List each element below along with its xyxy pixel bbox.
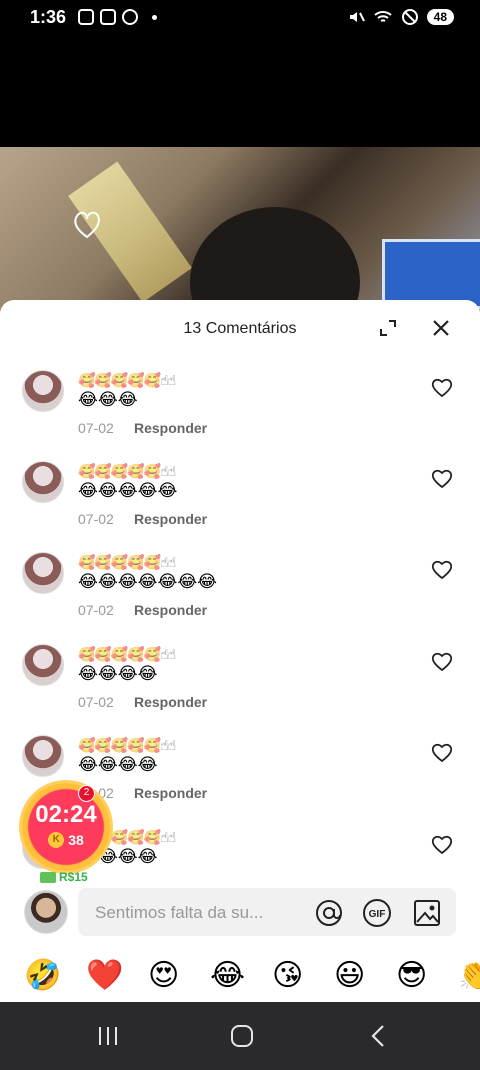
back-icon[interactable] xyxy=(368,1024,388,1048)
home-icon[interactable] xyxy=(230,1024,254,1048)
recent-apps-icon[interactable] xyxy=(96,1024,120,1048)
emoji-option[interactable]: ❤️ xyxy=(86,956,123,996)
comment-date: 07-02 xyxy=(78,420,114,436)
quick-emoji-bar: 🤣 ❤️ 😍 😂 😘 😃 😎 👏 xyxy=(0,954,480,998)
commenter-avatar[interactable] xyxy=(22,552,64,594)
screen: 1:36 48 13 Comentários 🥰🥰🥰🥰🥰☝☝ 😂😂😂 07-02… xyxy=(0,0,480,1070)
commenter-avatar[interactable] xyxy=(22,370,64,412)
video-frame-tv xyxy=(382,239,480,309)
coin-icon: K xyxy=(48,832,65,848)
like-heart-icon[interactable] xyxy=(430,833,454,855)
system-nav-bar xyxy=(0,1002,480,1070)
money-icon xyxy=(40,871,56,883)
commenter-avatar[interactable] xyxy=(22,644,64,686)
status-bar: 1:36 48 xyxy=(0,0,480,34)
gif-icon[interactable]: GIF xyxy=(362,898,392,928)
instagram-icon xyxy=(100,9,117,25)
my-avatar xyxy=(24,890,68,934)
comment-item: 🥰🥰🥰🥰🥰☝☝ 😂😂😂😂 07-02 Responder xyxy=(0,644,480,734)
emoji-option[interactable]: 🤣 xyxy=(24,956,61,996)
emoji-option[interactable]: 😘 xyxy=(272,956,303,996)
comment-text-line1: 🥰🥰🥰🥰🥰☝☝ xyxy=(78,737,176,753)
reward-timer-button[interactable]: 2 02:24 K 38 xyxy=(22,783,110,871)
comment-input-placeholder: Sentimos falta da su... xyxy=(95,903,264,922)
reply-button[interactable]: Responder xyxy=(134,694,207,710)
cash-reward-label: R$15 xyxy=(59,870,88,884)
comment-date: 07-02 xyxy=(78,602,114,618)
comment-text-line1: 🥰🥰🥰🥰🥰☝☝ xyxy=(78,372,176,388)
svg-text:GIF: GIF xyxy=(369,909,386,920)
reply-button[interactable]: Responder xyxy=(134,420,207,436)
timer-countdown: 02:24 xyxy=(35,801,97,828)
wifi-icon xyxy=(373,11,392,22)
comment-item: 🥰🥰🥰🥰🥰☝☝ 😂😂😂😂😂 07-02 Responder xyxy=(0,461,480,551)
mute-icon xyxy=(349,12,365,22)
mention-icon[interactable] xyxy=(314,898,344,928)
comment-text-line2: 😂😂😂😂 xyxy=(78,755,158,774)
image-icon[interactable] xyxy=(412,898,442,928)
coin-count: 38 xyxy=(68,832,84,848)
expand-icon[interactable] xyxy=(378,318,398,338)
battery-indicator: 48 xyxy=(426,9,454,25)
reply-button[interactable]: Responder xyxy=(134,785,207,801)
comment-item: 🥰🥰🥰🥰🥰☝☝ 😂😂😂😂😂😂😂 07-02 Responder xyxy=(0,552,480,642)
coin-balance: K 38 xyxy=(48,832,84,848)
comment-date: 07-02 xyxy=(78,511,114,527)
comment-text-line1: 🥰🥰🥰🥰🥰☝☝ xyxy=(78,463,176,479)
comment-input[interactable]: Sentimos falta da su... GIF xyxy=(78,888,456,936)
like-heart-icon[interactable] xyxy=(430,376,454,398)
like-heart-icon[interactable] xyxy=(430,558,454,580)
close-icon[interactable] xyxy=(430,317,452,339)
screenshot-icon xyxy=(78,9,95,25)
comment-text-line2: 😂😂😂😂 xyxy=(78,664,158,683)
like-heart-icon[interactable] xyxy=(430,650,454,672)
like-heart-icon[interactable] xyxy=(430,467,454,489)
emoji-option[interactable]: 😍 xyxy=(148,956,179,996)
whatsapp-icon xyxy=(122,9,139,25)
system-icons: 48 xyxy=(347,8,454,26)
like-heart-icon[interactable] xyxy=(430,741,454,763)
emoji-option[interactable]: 😃 xyxy=(334,956,365,996)
video-background[interactable] xyxy=(0,147,480,317)
comment-date: 07-02 xyxy=(78,694,114,710)
heart-doodle-icon xyxy=(74,211,100,239)
dnd-icon xyxy=(401,9,418,25)
timer-count-badge: 2 xyxy=(78,785,95,802)
emoji-option[interactable]: 😂 xyxy=(210,956,245,996)
comment-item: 🥰🥰🥰🥰🥰☝☝ 😂😂😂 07-02 Responder xyxy=(0,370,480,460)
reply-button[interactable]: Responder xyxy=(134,602,207,618)
more-notifications-icon xyxy=(152,14,158,20)
status-time: 1:36 xyxy=(30,6,67,27)
comment-text-line2: 😂😂😂😂😂😂😂 xyxy=(78,572,218,591)
commenter-avatar[interactable] xyxy=(22,735,64,777)
comments-header: 13 Comentários xyxy=(0,300,480,358)
comment-text-line1: 🥰🥰🥰🥰🥰☝☝ xyxy=(78,646,176,662)
comment-text-line2: 😂😂😂😂😂 xyxy=(78,481,178,500)
comments-title: 13 Comentários xyxy=(183,320,297,337)
commenter-avatar[interactable] xyxy=(22,461,64,503)
notification-icons xyxy=(78,9,158,25)
comment-text-line2: 😂😂😂 xyxy=(78,390,138,409)
reply-button[interactable]: Responder xyxy=(134,511,207,527)
emoji-option[interactable]: 👏 xyxy=(458,956,480,996)
cash-reward[interactable]: R$15 xyxy=(40,870,88,884)
emoji-option[interactable]: 😎 xyxy=(396,956,427,996)
comment-text-line1: 🥰🥰🥰🥰🥰☝☝ xyxy=(78,554,176,570)
